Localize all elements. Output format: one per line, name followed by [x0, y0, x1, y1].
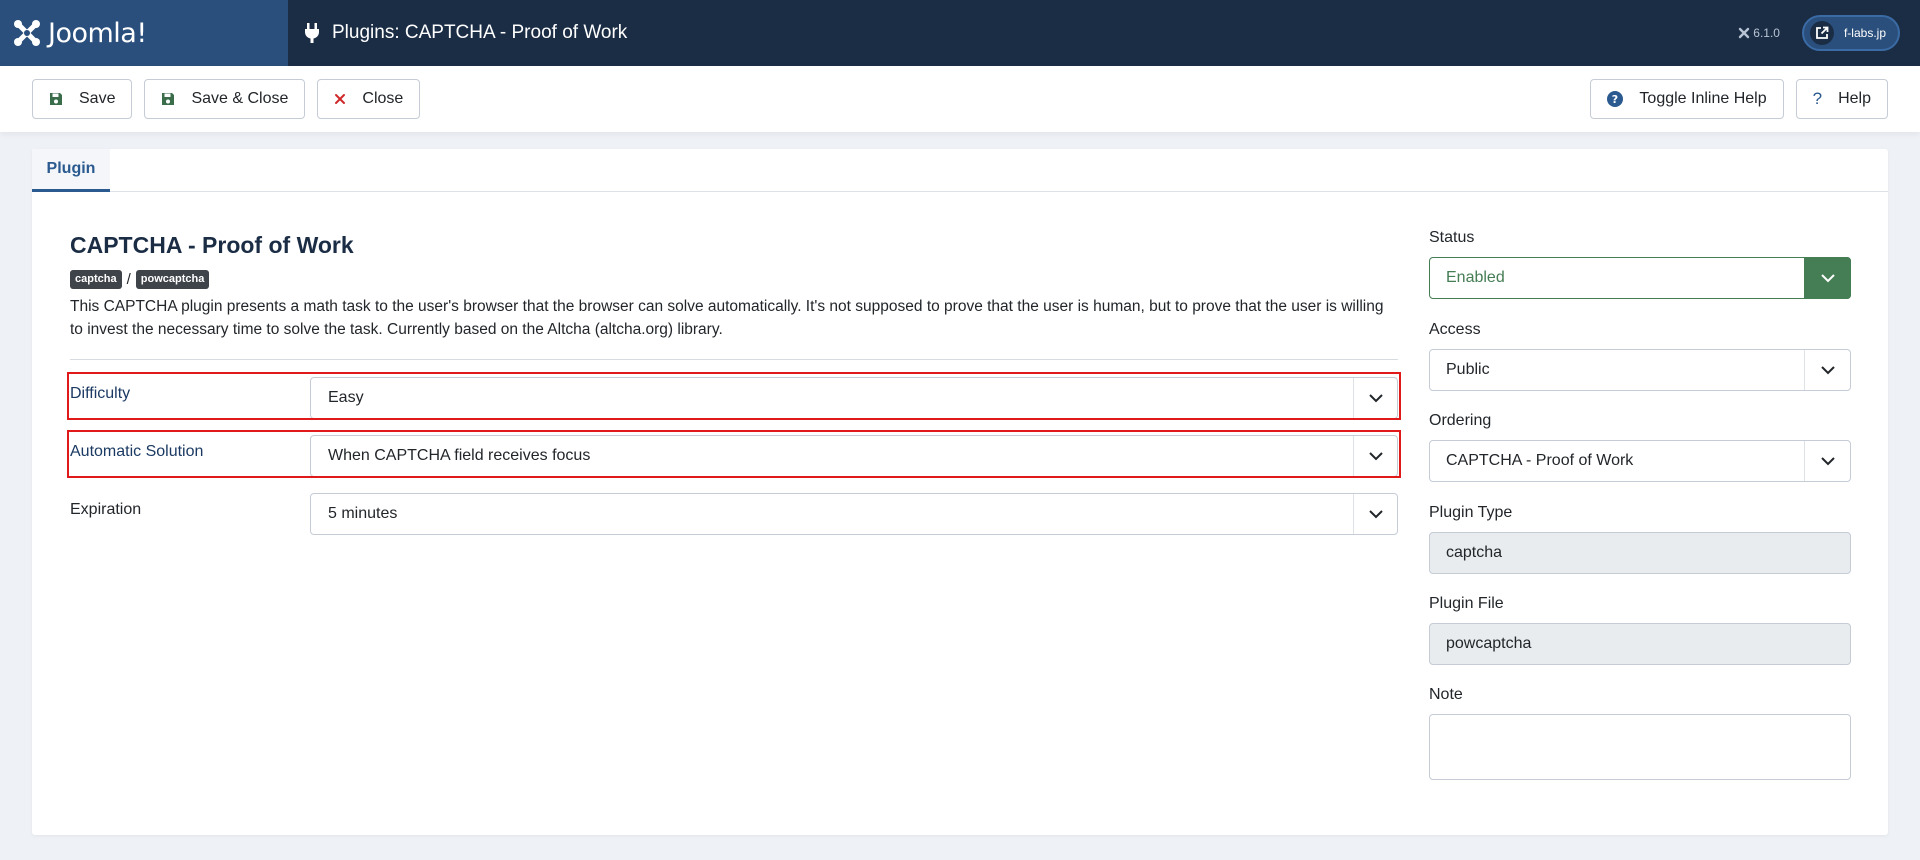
plugin-file-value: powcaptcha: [1446, 635, 1532, 652]
main-column: CAPTCHA - Proof of Work captcha / powcap…: [67, 229, 1401, 535]
logo-text: Joomla!: [48, 17, 147, 49]
save-close-button[interactable]: Save & Close: [144, 79, 306, 119]
plugin-title: CAPTCHA - Proof of Work: [70, 232, 354, 258]
joomla-logo-icon: [14, 20, 40, 46]
save-close-label: Save & Close: [191, 90, 289, 107]
access-label: Access: [1429, 321, 1481, 338]
plugin-file-label: Plugin File: [1429, 595, 1504, 612]
toggle-inline-help-label: Toggle Inline Help: [1639, 90, 1767, 107]
help-label: Help: [1838, 90, 1871, 107]
page-title: Plugins: CAPTCHA - Proof of Work: [304, 22, 627, 44]
joomla-logo[interactable]: Joomla!: [0, 0, 288, 66]
ordering-label: Ordering: [1429, 412, 1492, 429]
access-select[interactable]: Public: [1429, 349, 1851, 391]
save-button[interactable]: Save: [32, 79, 133, 119]
badge-element: powcaptcha: [135, 269, 210, 289]
close-icon: [334, 93, 346, 105]
page-title-text: Plugins: CAPTCHA - Proof of Work: [332, 22, 628, 43]
divider: [70, 359, 1398, 360]
chevron-down-icon: [1804, 441, 1850, 481]
status-select[interactable]: Enabled: [1429, 257, 1851, 299]
question-icon: ?: [1812, 89, 1823, 108]
badge-group: captcha: [70, 269, 122, 289]
expiration-select[interactable]: 5 minutes: [310, 493, 1398, 535]
field-plugin-file: Plugin File powcaptcha: [1429, 595, 1851, 665]
tab-bar: Plugin: [32, 149, 1888, 192]
save-label: Save: [79, 90, 116, 107]
view-site-button[interactable]: f-labs.jp: [1801, 15, 1900, 51]
close-button[interactable]: Close: [317, 79, 421, 119]
difficulty-label: Difficulty: [70, 385, 131, 402]
chevron-down-icon: [1353, 436, 1397, 476]
chevron-down-icon: [1353, 378, 1397, 418]
expiration-label: Expiration: [70, 501, 142, 518]
automatic-solution-select[interactable]: When CAPTCHA field receives focus: [310, 435, 1398, 477]
svg-text:?: ?: [1612, 93, 1618, 106]
save-icon: [161, 92, 175, 106]
automatic-solution-value: When CAPTCHA field receives focus: [328, 447, 591, 464]
plugin-edit-card: Plugin CAPTCHA - Proof of Work captcha /…: [32, 149, 1888, 835]
site-label: f-labs.jp: [1843, 26, 1886, 40]
note-textarea[interactable]: [1429, 714, 1851, 780]
external-link-icon: [1809, 21, 1834, 45]
status-value: Enabled: [1446, 269, 1505, 286]
note-label: Note: [1429, 686, 1463, 703]
ordering-value: CAPTCHA - Proof of Work: [1446, 452, 1634, 469]
plugin-badges: captcha / powcaptcha: [70, 269, 1398, 289]
chevron-down-icon: [1804, 257, 1851, 299]
field-plugin-type: Plugin Type captcha: [1429, 504, 1851, 574]
field-automatic-solution: Automatic Solution When CAPTCHA field re…: [70, 431, 1398, 477]
version-text: 6.1.0: [1753, 26, 1780, 40]
plugin-file-field: powcaptcha: [1429, 623, 1851, 665]
question-circle-icon: ?: [1607, 91, 1624, 107]
field-expiration: Expiration 5 minutes: [70, 489, 1398, 535]
field-status: Status Enabled: [1429, 229, 1851, 299]
ordering-select[interactable]: CAPTCHA - Proof of Work: [1429, 440, 1851, 482]
plugin-description: This CAPTCHA plugin presents a math task…: [70, 298, 1384, 338]
difficulty-value: Easy: [328, 389, 364, 406]
field-difficulty: Difficulty Easy: [70, 373, 1398, 419]
access-value: Public: [1446, 361, 1490, 378]
plugin-type-field: captcha: [1429, 532, 1851, 574]
help-button[interactable]: ? Help: [1795, 79, 1888, 119]
field-access: Access Public: [1429, 321, 1851, 391]
plugin-type-value: captcha: [1446, 544, 1503, 561]
toolbar: Save Save & Close Close ? Toggle Inline …: [0, 66, 1920, 132]
chevron-down-icon: [1804, 350, 1850, 390]
close-label: Close: [362, 90, 404, 107]
automatic-solution-label: Automatic Solution: [70, 443, 204, 460]
plug-icon: [305, 23, 319, 43]
status-label: Status: [1429, 229, 1475, 246]
field-note: Note: [1429, 686, 1851, 780]
version-label: 6.1.0: [1738, 26, 1780, 40]
app-header: Joomla! Plugins: CAPTCHA - Proof of Work…: [0, 0, 1920, 66]
chevron-down-icon: [1353, 494, 1397, 534]
joomla-small-icon: [1739, 27, 1750, 39]
field-ordering: Ordering CAPTCHA - Proof of Work: [1429, 412, 1851, 482]
badge-separator: /: [126, 270, 131, 288]
save-icon: [49, 92, 63, 106]
toggle-inline-help-button[interactable]: ? Toggle Inline Help: [1590, 79, 1784, 119]
plugin-type-label: Plugin Type: [1429, 504, 1513, 521]
tab-plugin[interactable]: Plugin: [32, 149, 110, 192]
difficulty-select[interactable]: Easy: [310, 377, 1398, 419]
expiration-value: 5 minutes: [328, 505, 398, 522]
